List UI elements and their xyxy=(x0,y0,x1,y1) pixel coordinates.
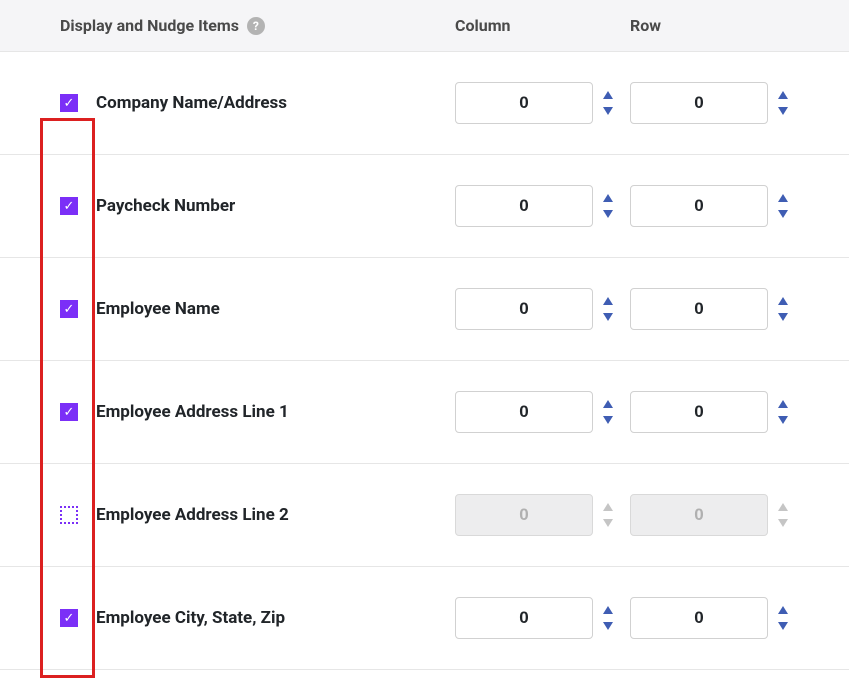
stepper-down-icon[interactable] xyxy=(603,107,613,115)
checkmark-icon: ✓ xyxy=(64,612,75,625)
stepper-up-icon[interactable] xyxy=(603,194,613,202)
row-input xyxy=(630,494,768,536)
stepper-up-icon[interactable] xyxy=(778,297,788,305)
help-icon[interactable]: ? xyxy=(247,17,265,35)
column-input[interactable] xyxy=(455,288,593,330)
stepper-down-icon xyxy=(603,519,613,527)
row-stepper xyxy=(778,297,788,321)
table-header: Display and Nudge Items ? Column Row xyxy=(0,0,849,52)
row-input[interactable] xyxy=(630,82,768,124)
stepper-up-icon[interactable] xyxy=(603,606,613,614)
stepper-down-icon[interactable] xyxy=(778,416,788,424)
stepper-up-icon xyxy=(603,503,613,511)
stepper-up-icon[interactable] xyxy=(603,297,613,305)
column-stepper xyxy=(603,194,613,218)
checkmark-icon: ✓ xyxy=(64,406,75,419)
stepper-down-icon[interactable] xyxy=(603,313,613,321)
column-input xyxy=(455,494,593,536)
row-stepper xyxy=(778,400,788,424)
row-label: Paycheck Number xyxy=(96,196,455,216)
header-title: Display and Nudge Items ? xyxy=(60,16,455,35)
stepper-up-icon[interactable] xyxy=(778,91,788,99)
row-label: Employee Address Line 1 xyxy=(96,402,455,422)
stepper-down-icon[interactable] xyxy=(778,210,788,218)
row-input[interactable] xyxy=(630,288,768,330)
column-stepper xyxy=(603,606,613,630)
row-stepper xyxy=(778,503,788,527)
row-input[interactable] xyxy=(630,185,768,227)
checkmark-icon: ✓ xyxy=(64,200,75,213)
row-label: Employee Name xyxy=(96,299,455,319)
table-row: ✓ Employee Name xyxy=(0,258,849,361)
display-checkbox[interactable]: ✓ xyxy=(60,403,78,421)
header-row-label: Row xyxy=(630,16,825,35)
column-input[interactable] xyxy=(455,185,593,227)
stepper-down-icon[interactable] xyxy=(603,622,613,630)
stepper-up-icon[interactable] xyxy=(778,400,788,408)
checkmark-icon: ✓ xyxy=(64,303,75,316)
row-label: Company Name/Address xyxy=(96,93,455,113)
row-input[interactable] xyxy=(630,391,768,433)
settings-panel: Display and Nudge Items ? Column Row ✓ C… xyxy=(0,0,849,670)
column-input[interactable] xyxy=(455,597,593,639)
column-stepper xyxy=(603,503,613,527)
checkmark-icon: ✓ xyxy=(64,97,75,110)
column-stepper xyxy=(603,91,613,115)
stepper-up-icon[interactable] xyxy=(778,194,788,202)
stepper-down-icon[interactable] xyxy=(603,210,613,218)
stepper-up-icon[interactable] xyxy=(603,91,613,99)
row-input[interactable] xyxy=(630,597,768,639)
row-stepper xyxy=(778,194,788,218)
header-column-label: Column xyxy=(455,16,630,35)
stepper-up-icon[interactable] xyxy=(603,400,613,408)
column-stepper xyxy=(603,400,613,424)
table-row: Employee Address Line 2 xyxy=(0,464,849,567)
display-checkbox[interactable]: ✓ xyxy=(60,197,78,215)
column-input[interactable] xyxy=(455,391,593,433)
row-label: Employee Address Line 2 xyxy=(96,505,455,525)
column-input[interactable] xyxy=(455,82,593,124)
table-row: ✓ Paycheck Number xyxy=(0,155,849,258)
stepper-down-icon[interactable] xyxy=(778,622,788,630)
display-checkbox[interactable]: ✓ xyxy=(60,94,78,112)
display-checkbox[interactable] xyxy=(60,506,78,524)
stepper-up-icon xyxy=(778,503,788,511)
column-stepper xyxy=(603,297,613,321)
stepper-down-icon[interactable] xyxy=(778,107,788,115)
table-row: ✓ Company Name/Address xyxy=(0,52,849,155)
table-row: ✓ Employee Address Line 1 xyxy=(0,361,849,464)
stepper-down-icon[interactable] xyxy=(778,313,788,321)
stepper-down-icon[interactable] xyxy=(603,416,613,424)
display-checkbox[interactable]: ✓ xyxy=(60,300,78,318)
stepper-up-icon[interactable] xyxy=(778,606,788,614)
stepper-down-icon xyxy=(778,519,788,527)
display-checkbox[interactable]: ✓ xyxy=(60,609,78,627)
table-row: ✓ Employee City, State, Zip xyxy=(0,567,849,670)
rows-container: ✓ Company Name/Address xyxy=(0,52,849,670)
row-stepper xyxy=(778,91,788,115)
row-stepper xyxy=(778,606,788,630)
row-label: Employee City, State, Zip xyxy=(96,608,455,628)
header-title-text: Display and Nudge Items xyxy=(60,16,239,35)
